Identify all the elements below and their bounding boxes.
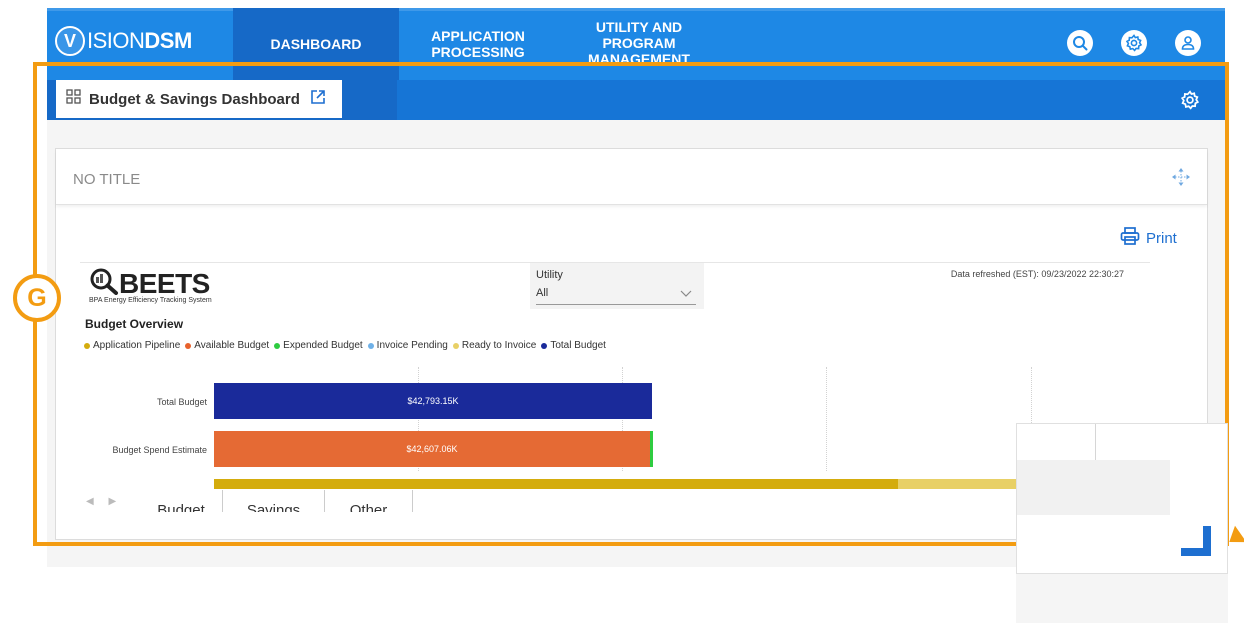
chart-legend: Application Pipeline Available Budget Ex… <box>84 340 611 351</box>
tab-budget[interactable]: Budget <box>140 490 223 512</box>
utility-filter[interactable]: Utility All <box>530 263 704 309</box>
legend-item: Ready to Invoice <box>452 340 537 351</box>
resize-corner-overlay <box>1016 423 1228 574</box>
utility-filter-label: Utility <box>536 269 563 281</box>
legend-item: Expended Budget <box>274 340 363 351</box>
print-button[interactable]: Print <box>1120 227 1177 249</box>
bar-expended-segment[interactable] <box>650 431 653 467</box>
top-navigation: V ISIONDSM DASHBOARD APPLICATION PROCESS… <box>47 8 1225 80</box>
beets-logo: BEETS BPA Energy Efficiency Tracking Sys… <box>89 267 212 305</box>
embedded-report: BEETS BPA Energy Efficiency Tracking Sys… <box>80 262 1150 512</box>
row-label-budget-spend-estimate: Budget Spend Estimate <box>112 445 207 455</box>
legend-label: Ready to Invoice <box>461 340 537 351</box>
gear-icon[interactable] <box>1180 90 1200 115</box>
user-icon[interactable] <box>1175 30 1201 56</box>
resize-handle-icon[interactable] <box>1181 526 1211 556</box>
beets-subtitle: BPA Energy Efficiency Tracking System <box>89 297 212 304</box>
utility-select[interactable]: All <box>536 287 696 305</box>
gridline <box>826 367 827 471</box>
row-label-total-budget: Total Budget <box>156 397 207 407</box>
utility-select-value: All <box>536 287 549 299</box>
grid-icon <box>66 89 81 109</box>
legend-dot <box>452 342 459 349</box>
tab-budget-savings-dashboard[interactable]: Budget & Savings Dashboard <box>56 80 342 118</box>
widget-header: NO TITLE <box>56 149 1207 205</box>
bar-budget-spend-estimate[interactable]: $42,607.06K <box>214 431 650 467</box>
gear-icon[interactable] <box>1121 30 1147 56</box>
beets-title: BEETS <box>119 267 210 299</box>
divider <box>1095 424 1096 460</box>
nav-application-processing[interactable]: APPLICATION PROCESSING <box>405 8 551 80</box>
legend-label: Total Budget <box>550 340 606 351</box>
legend-dot <box>274 342 281 349</box>
overlay-shadow-area <box>1016 574 1228 623</box>
bar-value-label: $42,607.06K <box>406 444 458 454</box>
report-page-tabs: ◀ ▶ Budget Savings Other <box>80 490 1080 512</box>
magnifier-logo-icon <box>89 267 119 300</box>
budget-overview-title: Budget Overview <box>85 317 184 331</box>
legend-label: Available Budget <box>194 340 270 351</box>
widget-title: NO TITLE <box>73 171 141 188</box>
bar-application-pipeline[interactable] <box>214 479 898 489</box>
legend-item: Invoice Pending <box>367 340 448 351</box>
tab-other[interactable]: Other <box>325 490 413 512</box>
legend-label: Application Pipeline <box>93 340 181 351</box>
nav-utility-program-management[interactable]: UTILITY AND PROGRAM MANAGEMENT <box>559 8 719 80</box>
external-link-icon[interactable] <box>310 89 326 110</box>
annotation-label: G <box>13 274 61 322</box>
legend-dot <box>84 342 90 349</box>
nav-utility-label: UTILITY AND PROGRAM MANAGEMENT <box>588 19 690 65</box>
legend-dot <box>541 342 548 349</box>
tab-savings[interactable]: Savings <box>223 490 325 512</box>
overlay-gray-block <box>1017 460 1170 515</box>
printer-icon <box>1120 227 1140 249</box>
page-nav-arrows[interactable]: ◀ ▶ <box>86 496 122 507</box>
legend-label: Expended Budget <box>283 340 363 351</box>
nav-dashboard[interactable]: DASHBOARD <box>233 8 399 80</box>
bar-value-label: $42,793.15K <box>407 396 459 406</box>
logo-v-mark: V <box>55 26 85 56</box>
legend-item: Application Pipeline <box>84 340 180 351</box>
legend-item: Available Budget <box>185 340 269 351</box>
print-label: Print <box>1146 229 1177 247</box>
logo-text: ISIONDSM <box>87 28 192 54</box>
chevron-down-icon <box>680 289 692 301</box>
legend-dot <box>185 342 192 349</box>
legend-label: Invoice Pending <box>376 340 448 351</box>
legend-item: Total Budget <box>541 340 606 351</box>
logo-text-dsm: DSM <box>144 28 192 53</box>
move-icon[interactable] <box>1171 167 1191 192</box>
vision-dsm-logo[interactable]: V ISIONDSM <box>55 21 192 61</box>
bar-total-budget[interactable]: $42,793.15K <box>214 383 652 419</box>
legend-dot <box>367 342 374 349</box>
dashboard-tab-strip: Budget & Savings Dashboard <box>47 80 1225 120</box>
logo-text-vision: ISION <box>87 28 145 53</box>
data-refreshed-timestamp: Data refreshed (EST): 09/23/2022 22:30:2… <box>950 269 1124 279</box>
search-icon[interactable] <box>1067 30 1093 56</box>
tab-title: Budget & Savings Dashboard <box>89 90 300 108</box>
